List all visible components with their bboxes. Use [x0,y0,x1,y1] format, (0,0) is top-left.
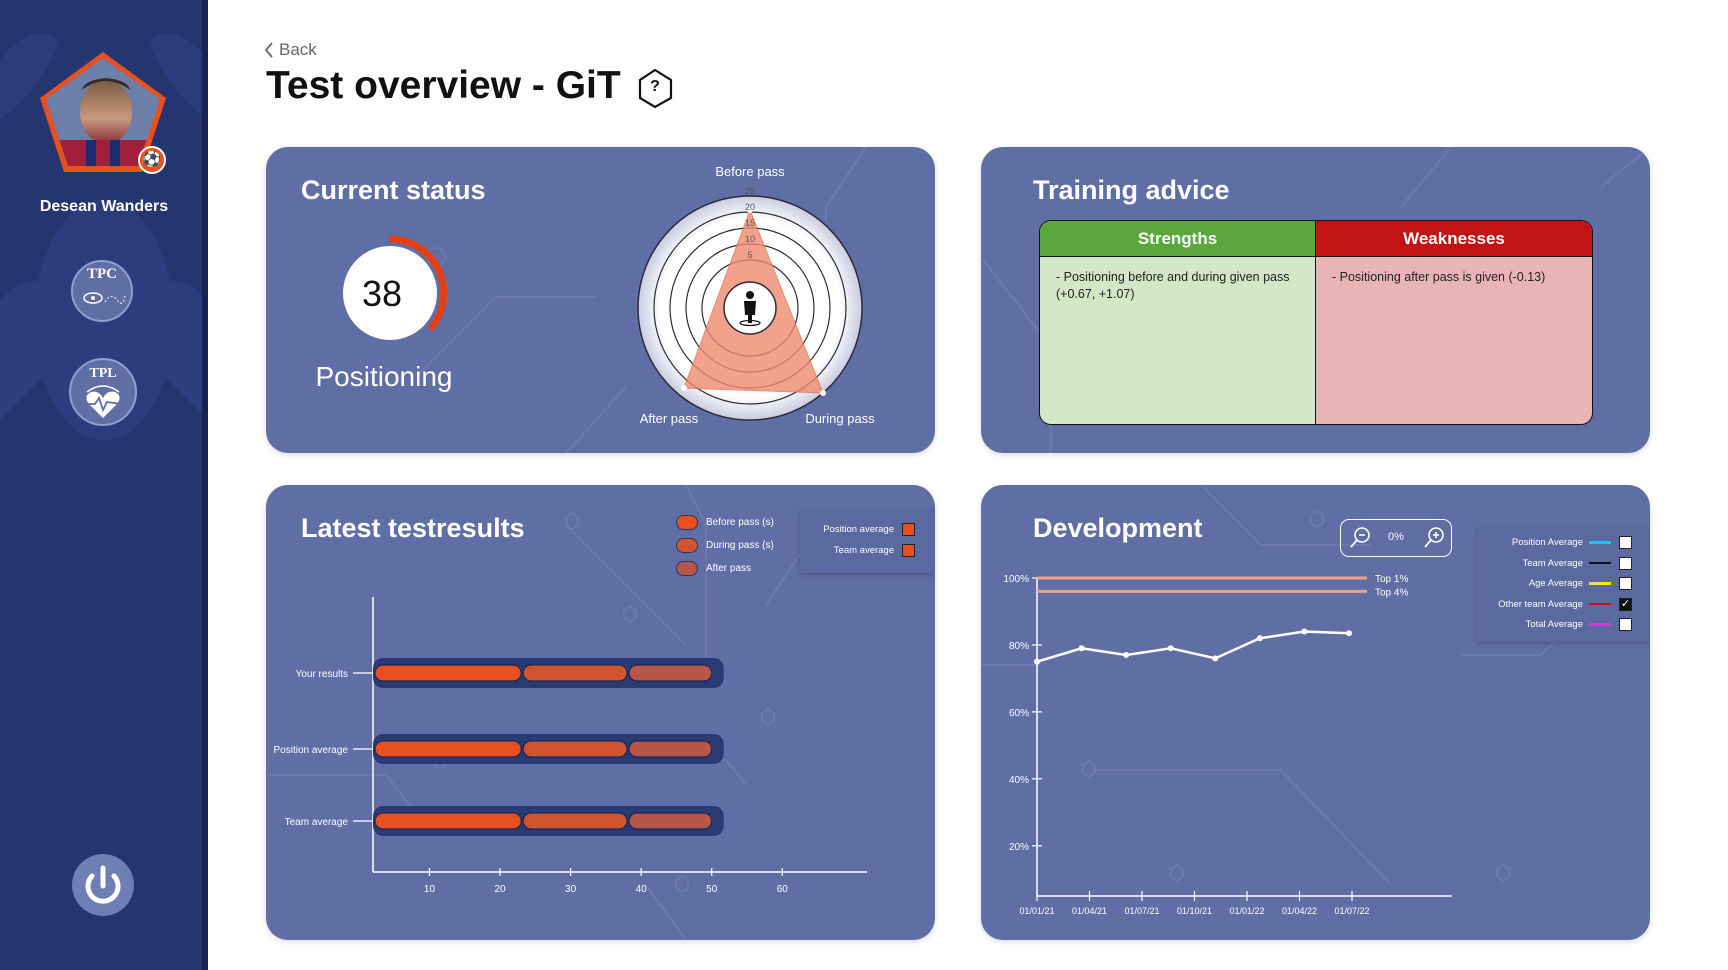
radar-tick-20: 20 [745,202,755,212]
development-card: Development 0% Position Average Team Aver… [981,485,1650,940]
app-tpc-label: TPC [87,266,117,282]
y-tick-label: 40% [1009,775,1029,786]
data-point [1167,645,1174,652]
y-tick-label: 20% [1009,842,1029,853]
radar-axis-after: After pass [640,411,699,426]
strengths-column: Strengths - Positioning before and durin… [1040,221,1316,424]
chevron-left-icon [264,42,273,58]
eye-pass-icon [83,292,126,304]
x-tick-label: 01/01/21 [1019,906,1054,916]
data-point [1346,630,1352,637]
bar-segment [522,812,628,830]
strengths-header: Strengths [1040,221,1315,257]
sport-badge-icon: ⚽ [138,146,166,174]
weaknesses-text: - Positioning after pass is given (-0.13… [1332,270,1546,284]
data-point [1078,645,1085,652]
page-title: Test overview - GiT [266,64,621,107]
y-tick-label: 60% [1009,708,1029,719]
bar-segment [628,812,713,830]
y-tick-label: 80% [1009,641,1029,652]
reference-label: Top 4% [1375,587,1408,598]
user-name: Desean Wanders [39,198,169,215]
data-point [1256,635,1263,642]
x-tick-label: 50 [706,884,718,895]
back-button[interactable]: Back [263,40,317,60]
sidebar: ⚽ Desean Wanders TPC TPL [0,0,208,970]
category-label: Team average [285,817,349,828]
x-tick-label: 01/07/21 [1124,906,1159,916]
x-tick-label: 01/04/22 [1282,906,1317,916]
current-status-card: Current status 38 Positioning 25 20 15 1… [266,147,935,453]
latest-testresults-card: Latest testresults Before pass (s) Durin… [266,485,935,940]
weaknesses-header: Weaknesses [1316,221,1592,257]
weaknesses-column: Weaknesses - Positioning after pass is g… [1316,221,1592,424]
development-line-chart: 100% 80% 60% 40% 20% 01/01/21 01/04/21 01/07/21… [1003,574,1452,916]
radar-axis-before: Before pass [715,164,785,179]
training-advice-card: Training advice Strengths - Positioning … [981,147,1650,453]
help-button[interactable]: ? [634,67,676,109]
x-tick-label: 30 [565,884,577,895]
data-point [1301,628,1308,635]
heart-rate-icon [85,385,122,418]
x-tick-label: 01/01/22 [1229,906,1264,916]
bar-segment [374,740,522,758]
help-icon: ? [650,78,660,95]
advice-table: Strengths - Positioning before and durin… [1039,220,1593,425]
power-button[interactable] [72,854,134,916]
data-point [1123,651,1130,658]
strengths-text: - Positioning before and during given pa… [1056,270,1290,301]
radar-point-during [820,390,826,396]
app-tpc-button[interactable]: TPC [71,260,133,322]
x-tick-label: 01/07/22 [1334,906,1369,916]
bar-segment [628,740,713,758]
x-tick-label: 01/10/21 [1177,906,1212,916]
app-tpl-label: TPL [89,366,117,381]
power-icon [85,865,121,904]
bar-segment [374,812,522,830]
y-tick-label: 100% [1003,574,1029,585]
data-point [1212,655,1219,662]
back-label: Back [279,40,317,59]
data-point [1034,658,1040,665]
bar-segment [522,740,628,758]
x-tick-label: 01/04/21 [1072,906,1107,916]
x-tick-label: 60 [777,884,789,895]
bar-segment [374,664,522,682]
bar-segment [522,664,628,682]
x-tick-label: 40 [636,884,648,895]
category-label: Your results [296,669,348,680]
stacked-bar-chart: 10 20 30 40 50 60 Your results Position average… [274,597,867,895]
bar-segment [628,664,713,682]
app-tpl-button[interactable]: TPL [69,358,137,426]
training-advice-title: Training advice [1033,175,1230,205]
radar-tick-25: 25 [745,186,755,196]
category-label: Position average [274,745,349,756]
radar-axis-during: During pass [805,411,875,426]
radar-tick-10: 10 [745,234,755,244]
radar-tick-15: 15 [745,218,755,228]
avatar[interactable]: ⚽ [38,50,168,176]
radar-chart: 25 20 15 10 5 Before pass During pass Af… [637,164,875,426]
reference-label: Top 1% [1375,574,1408,585]
x-tick-label: 20 [494,884,506,895]
x-tick-label: 10 [424,884,436,895]
radar-point-after [681,385,687,391]
radar-tick-5: 5 [747,250,752,260]
